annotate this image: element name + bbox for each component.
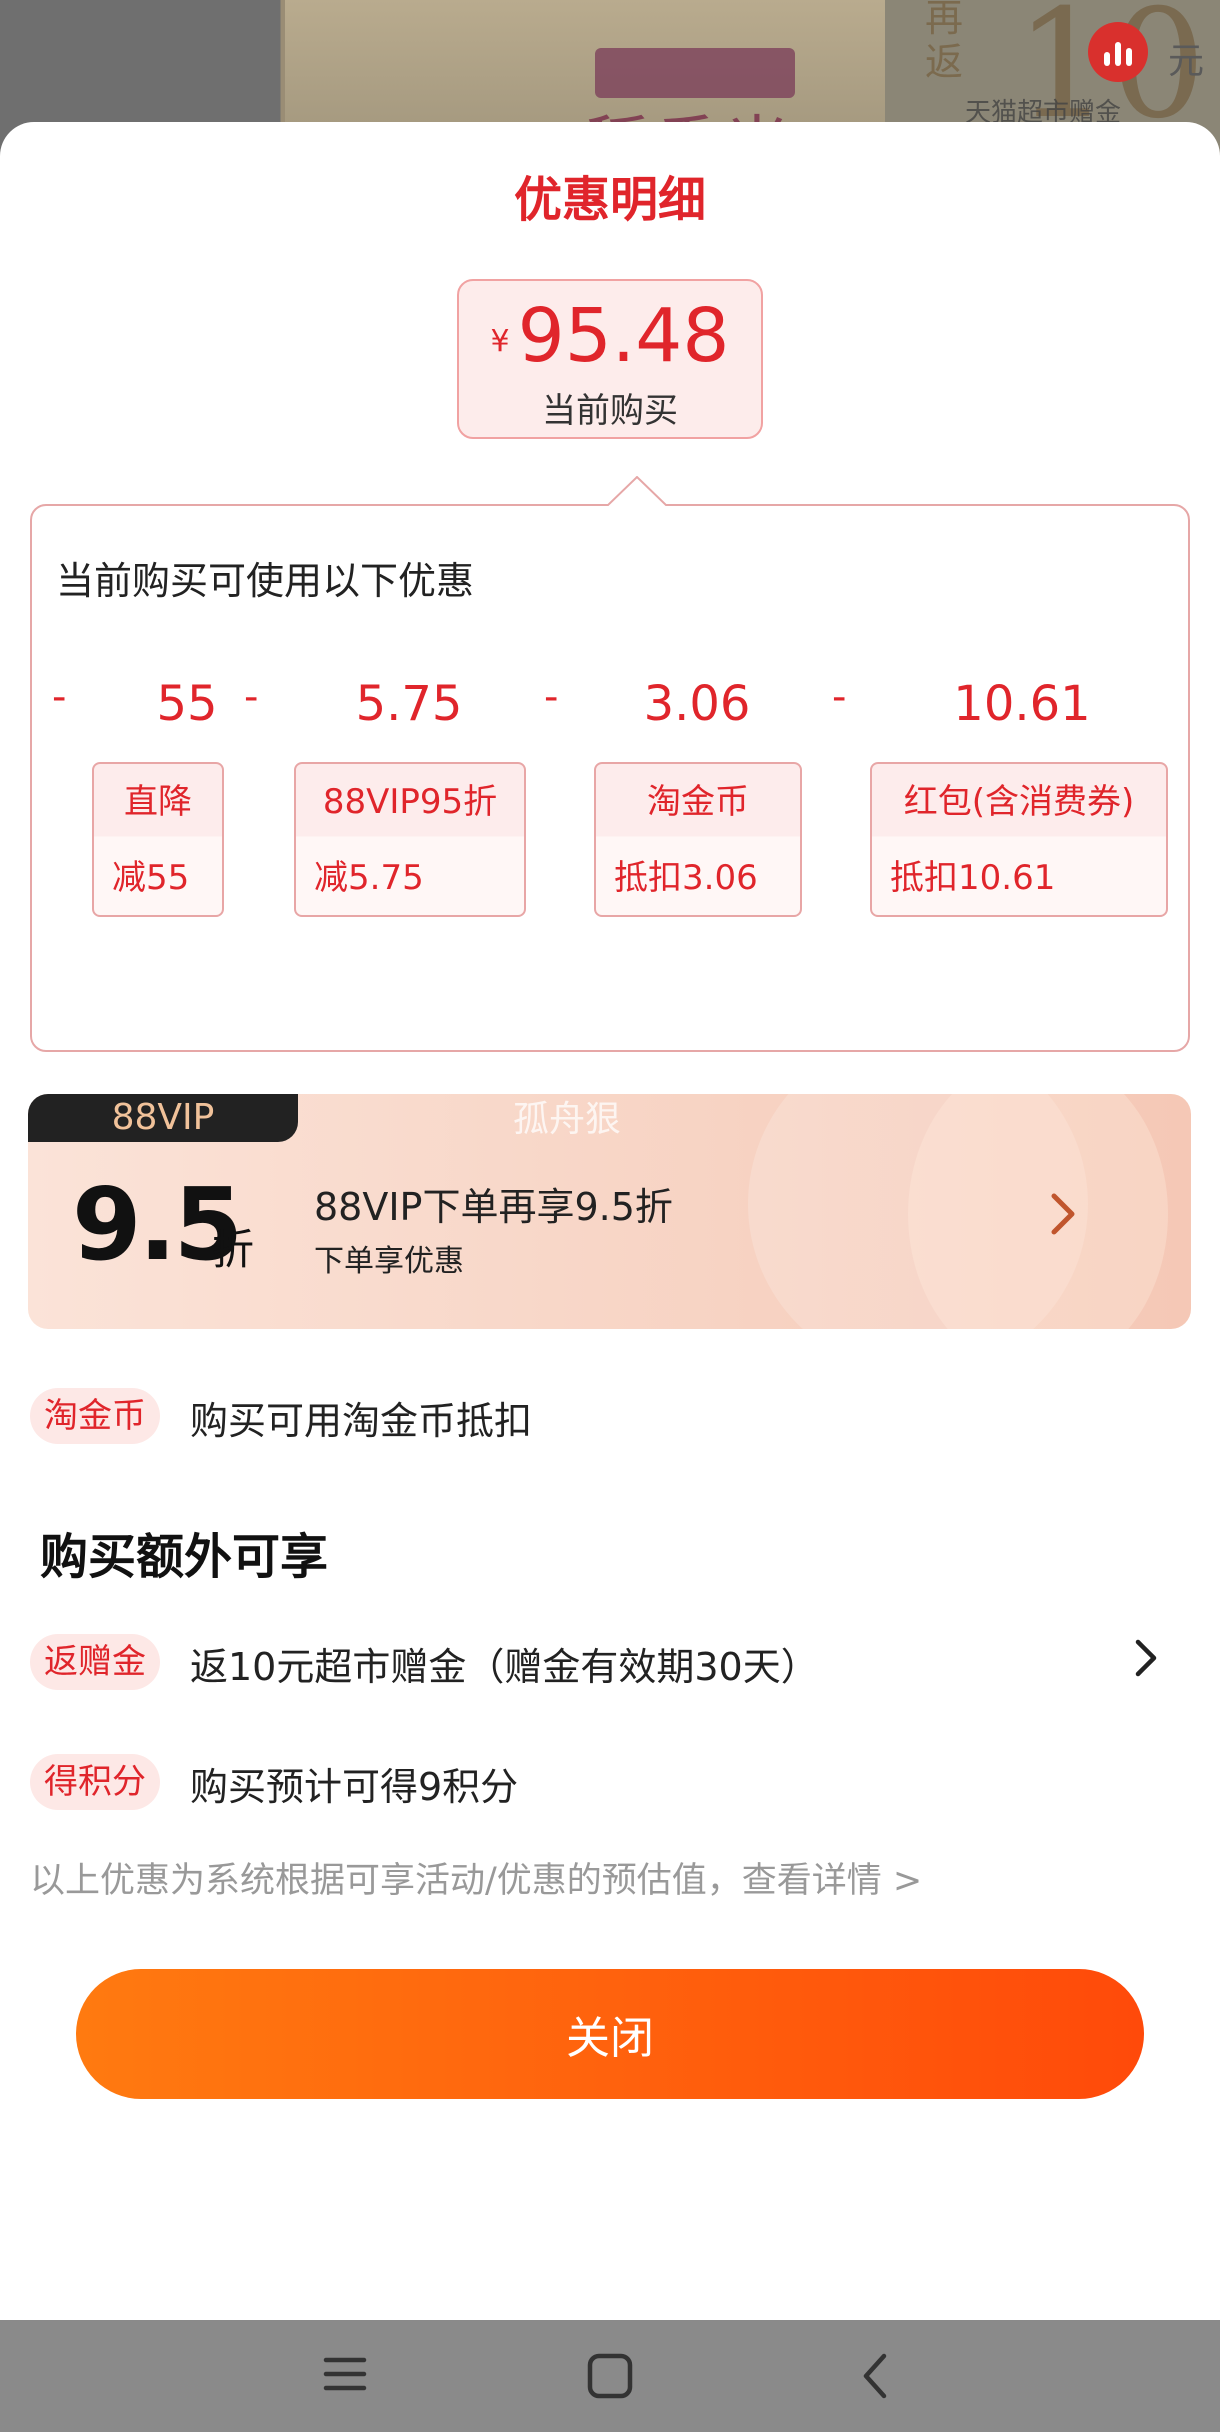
discount-detail: 抵扣3.06 <box>614 858 758 898</box>
discount-amount: 3.06 <box>643 676 751 732</box>
stats-icon[interactable] <box>1088 22 1148 82</box>
discount-detail: 抵扣10.61 <box>890 858 1056 898</box>
discount-detail: 减5.75 <box>314 858 424 898</box>
coin-tag: 淘金币 <box>30 1388 160 1444</box>
currency-symbol: ¥ <box>490 324 510 359</box>
points-tag: 得积分 <box>30 1754 160 1810</box>
coin-row-text: 购买可用淘金币抵扣 <box>190 1399 533 1443</box>
sheet-title: 优惠明细 <box>513 172 706 228</box>
vip-discount-banner[interactable]: 88VIP 孤舟狠 9.5 折 88VIP下单再享9.5折 下单享优惠 <box>28 1094 1191 1329</box>
discount-amount: 5.75 <box>355 676 463 732</box>
minus-sign: - <box>244 674 259 720</box>
discount-breakdown: 当前购买可使用以下优惠 - 55 - 5.75 - 3.06 - 10.61 直… <box>30 476 1190 1052</box>
discount-card-coin: 淘金币 抵扣3.06 <box>594 762 802 917</box>
discount-name: 88VIP95折 <box>322 782 498 822</box>
discount-name: 红包(含消费券) <box>903 782 1135 822</box>
minus-sign: - <box>52 674 67 720</box>
discount-detail: 减55 <box>112 858 190 898</box>
vip-tag: 88VIP <box>28 1094 298 1142</box>
discount-heading: 当前购买可使用以下优惠 <box>56 559 475 603</box>
discount-card-vip: 88VIP95折 减5.75 <box>294 762 526 917</box>
menu-icon[interactable] <box>322 2352 368 2396</box>
discount-amount: 10.61 <box>953 676 1091 732</box>
discount-detail-sheet: 优惠明细 ¥95.48 当前购买 当前购买可使用以下优惠 - 55 - 5.75… <box>0 122 1220 2399</box>
points-row-text: 购买预计可得9积分 <box>190 1765 519 1809</box>
minus-sign: - <box>544 674 559 720</box>
discount-name: 直降 <box>124 782 192 822</box>
discount-amount: 55 <box>156 676 218 732</box>
rebate-chars: 再返 <box>925 0 964 84</box>
estimate-footnote-link[interactable]: 以上优惠为系统根据可享活动/优惠的预估值，查看详情 > <box>30 1852 922 1903</box>
close-button[interactable]: 关闭 <box>76 1969 1144 2099</box>
home-icon[interactable] <box>586 2352 634 2400</box>
current-price: ¥95.48 <box>459 293 761 379</box>
discount-card-redpacket: 红包(含消费券) 抵扣10.61 <box>870 762 1168 917</box>
discount-name: 淘金币 <box>647 782 749 822</box>
vip-rate-unit: 折 <box>212 1225 255 1274</box>
product-seal <box>595 48 795 98</box>
minus-sign: - <box>832 674 847 720</box>
price-label: 当前购买 <box>542 391 678 431</box>
back-icon[interactable] <box>858 2352 892 2400</box>
system-navigation-bar <box>0 2302 1220 2432</box>
vip-subtitle: 下单享优惠 <box>314 1244 464 1279</box>
chevron-right-icon[interactable] <box>1038 1184 1088 1244</box>
watermark: 孤舟狠 <box>513 1099 622 1140</box>
gift-tag: 返赠金 <box>30 1634 160 1690</box>
current-price-box: ¥95.48 当前购买 <box>457 279 763 439</box>
vip-title: 88VIP下单再享9.5折 <box>314 1185 673 1229</box>
chevron-right-icon[interactable] <box>1128 1634 1164 1682</box>
extra-benefits-heading: 购买额外可享 <box>40 1529 329 1585</box>
price-value: 95.48 <box>517 293 730 379</box>
rebate-unit: 元 <box>1168 41 1205 82</box>
product-box: 稻香米 <box>285 0 885 184</box>
gift-row-text: 返10元超市赠金（赠金有效期30天） <box>190 1645 819 1689</box>
discount-card-direct: 直降 减55 <box>92 762 224 917</box>
callout-arrow <box>607 476 667 506</box>
